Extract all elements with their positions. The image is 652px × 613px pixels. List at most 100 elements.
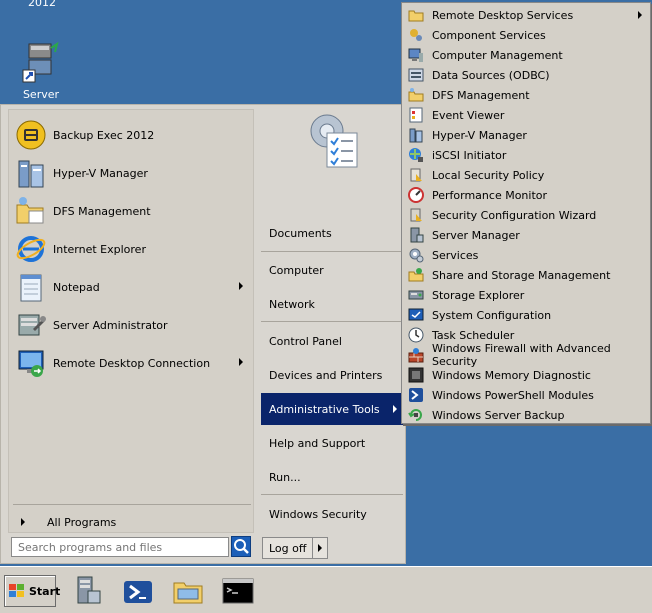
submenu-item-services[interactable]: Services (404, 245, 648, 265)
submenu-item-label: Security Configuration Wizard (432, 208, 597, 222)
hyperv-manager-icon (15, 157, 47, 189)
pinned-item-label: Notepad (53, 280, 100, 294)
all-programs-label: All Programs (47, 515, 117, 529)
submenu-item-label: Share and Storage Management (432, 268, 611, 282)
arrow-right-icon (318, 544, 322, 552)
pinned-item-label: DFS Management (53, 204, 151, 218)
hyperv-icon (408, 127, 424, 143)
menu-item-run[interactable]: Run... (261, 461, 403, 493)
submenu-item-security-configuration-wizard[interactable]: Security Configuration Wizard (404, 205, 648, 225)
taskbar: Start (0, 566, 652, 613)
administrative-tools-submenu: Remote Desktop Services Component Servic… (401, 2, 651, 424)
submenu-item-share-storage-management[interactable]: Share and Storage Management (404, 265, 648, 285)
event-viewer-icon (408, 107, 424, 123)
menu-item-label: Help and Support (269, 436, 366, 450)
submenu-item-system-configuration[interactable]: System Configuration (404, 305, 648, 325)
pinned-item-hyperv-manager[interactable]: Hyper-V Manager (11, 154, 251, 192)
submenu-item-label: Task Scheduler (432, 328, 515, 342)
submenu-item-label: Performance Monitor (432, 188, 548, 202)
search-input[interactable] (11, 537, 229, 557)
submenu-item-label: Hyper-V Manager (432, 128, 527, 142)
server-administrator-icon (15, 309, 47, 341)
search-button[interactable] (231, 536, 251, 557)
taskbar-command-prompt-icon[interactable] (222, 575, 254, 607)
divider (13, 504, 251, 505)
divider (261, 321, 403, 322)
submenu-arrow-icon (638, 11, 642, 19)
submenu-item-label: Windows PowerShell Modules (432, 388, 594, 402)
submenu-item-windows-memory-diagnostic[interactable]: Windows Memory Diagnostic (404, 365, 648, 385)
menu-item-help-support[interactable]: Help and Support (261, 427, 403, 459)
submenu-item-server-manager[interactable]: Server Manager (404, 225, 648, 245)
taskbar-powershell-icon[interactable] (122, 575, 154, 607)
start-button[interactable]: Start (4, 575, 60, 607)
submenu-item-iscsi-initiator[interactable]: iSCSI Initiator (404, 145, 648, 165)
submenu-item-label: Server Manager (432, 228, 520, 242)
shutdown-options-button[interactable] (312, 537, 328, 559)
menu-item-control-panel[interactable]: Control Panel (261, 325, 403, 357)
computer-management-icon (408, 47, 424, 63)
menu-item-label: Run... (269, 470, 301, 484)
submenu-item-windows-firewall[interactable]: Windows Firewall with Advanced Security (404, 342, 648, 368)
submenu-item-label: Services (432, 248, 479, 262)
submenu-item-label: Windows Server Backup (432, 408, 565, 422)
menu-item-computer[interactable]: Computer (261, 254, 403, 286)
admin-tools-large-icon (301, 109, 365, 173)
pinned-item-notepad[interactable]: Notepad (11, 268, 251, 306)
pinned-item-server-administrator[interactable]: Server Administrator (11, 306, 251, 344)
desktop-icon-server[interactable]: Server (10, 40, 72, 106)
menu-item-label: Windows Security (269, 507, 367, 521)
pinned-programs-pane: Backup Exec 2012 Hyper-V Manager DFS Man… (8, 109, 254, 533)
menu-item-label: Devices and Printers (269, 368, 383, 382)
submenu-item-hyperv-manager[interactable]: Hyper-V Manager (404, 125, 648, 145)
submenu-item-label: DFS Management (432, 88, 530, 102)
taskbar-server-manager-icon[interactable] (72, 575, 104, 607)
task-scheduler-icon (408, 327, 424, 343)
menu-item-documents[interactable]: Documents (261, 217, 403, 249)
submenu-item-label: Component Services (432, 28, 546, 42)
pinned-item-internet-explorer[interactable]: Internet Explorer (11, 230, 251, 268)
pinned-item-label: Hyper-V Manager (53, 166, 148, 180)
magnifier-icon (234, 539, 249, 554)
submenu-item-component-services[interactable]: Component Services (404, 25, 648, 45)
menu-item-label: Control Panel (269, 334, 342, 348)
submenu-item-dfs-management[interactable]: DFS Management (404, 85, 648, 105)
submenu-item-label: Remote Desktop Services (432, 8, 574, 22)
all-programs-button[interactable]: All Programs (13, 512, 251, 532)
divider (261, 251, 403, 252)
menu-item-administrative-tools[interactable]: Administrative Tools (261, 393, 403, 425)
submenu-item-storage-explorer[interactable]: Storage Explorer (404, 285, 648, 305)
submenu-item-computer-management[interactable]: Computer Management (404, 45, 648, 65)
server-manager-icon (408, 227, 424, 243)
firewall-icon (408, 347, 424, 363)
server-backup-icon (408, 407, 424, 423)
submenu-item-remote-desktop-services[interactable]: Remote Desktop Services (404, 5, 648, 25)
submenu-item-event-viewer[interactable]: Event Viewer (404, 105, 648, 125)
powershell-modules-icon (408, 387, 424, 403)
pinned-item-label: Remote Desktop Connection (53, 356, 211, 370)
menu-item-devices-printers[interactable]: Devices and Printers (261, 359, 403, 391)
dfs-icon (408, 87, 424, 103)
submenu-item-performance-monitor[interactable]: Performance Monitor (404, 185, 648, 205)
submenu-item-label: Event Viewer (432, 108, 505, 122)
submenu-item-windows-server-backup[interactable]: Windows Server Backup (404, 405, 648, 425)
pinned-item-label: Internet Explorer (53, 242, 146, 256)
pinned-item-dfs-management[interactable]: DFS Management (11, 192, 251, 230)
submenu-item-local-security-policy[interactable]: Local Security Policy (404, 165, 648, 185)
pinned-item-backup-exec[interactable]: Backup Exec 2012 (11, 116, 251, 154)
security-wizard-icon (408, 207, 424, 223)
submenu-item-windows-powershell-modules[interactable]: Windows PowerShell Modules (404, 385, 648, 405)
menu-item-network[interactable]: Network (261, 288, 403, 320)
desktop-icon-label: Server (22, 88, 60, 101)
pinned-item-remote-desktop[interactable]: Remote Desktop Connection (11, 344, 251, 382)
submenu-item-data-sources-odbc[interactable]: Data Sources (ODBC) (404, 65, 648, 85)
taskbar-explorer-folder-icon[interactable] (172, 575, 204, 607)
logoff-label: Log off (269, 541, 307, 555)
pinned-item-label: Server Administrator (53, 318, 168, 332)
start-menu: Backup Exec 2012 Hyper-V Manager DFS Man… (0, 104, 406, 564)
services-icon (408, 247, 424, 263)
start-label: Start (29, 584, 61, 598)
submenu-item-label: Windows Memory Diagnostic (432, 368, 591, 382)
menu-item-windows-security[interactable]: Windows Security (261, 498, 403, 530)
menu-item-label: Network (269, 297, 315, 311)
